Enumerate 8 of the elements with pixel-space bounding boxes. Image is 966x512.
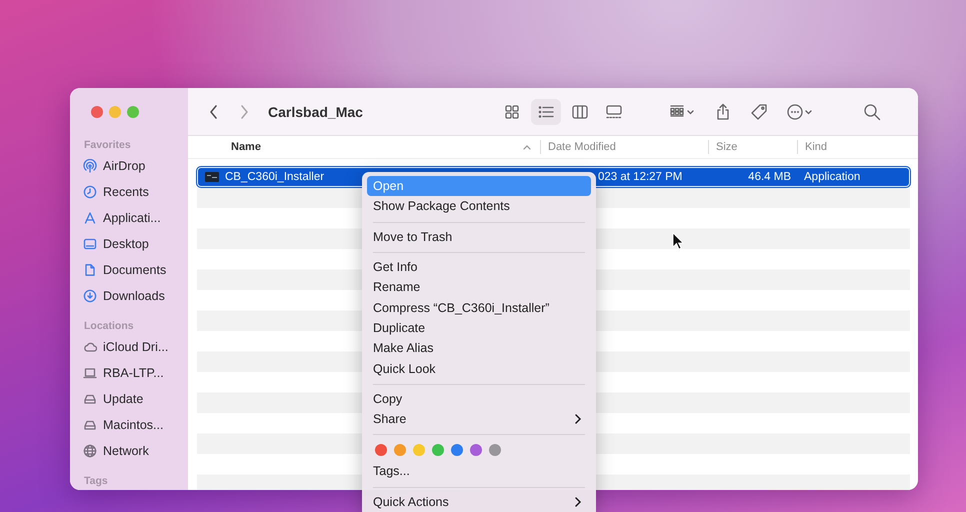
section-heading: Favorites [83,138,132,153]
window-title: Carlsbad_Mac [268,104,363,120]
file-name: CB_C360i_Installer [225,171,324,183]
section-heading: Tags [83,474,109,489]
date-cell-text: 023 at 12:27 PM [597,171,684,183]
kind-cell-text: Application [803,171,862,183]
size-cell-text: 46.4 MB [747,171,792,183]
section-heading: Locations [83,319,135,334]
